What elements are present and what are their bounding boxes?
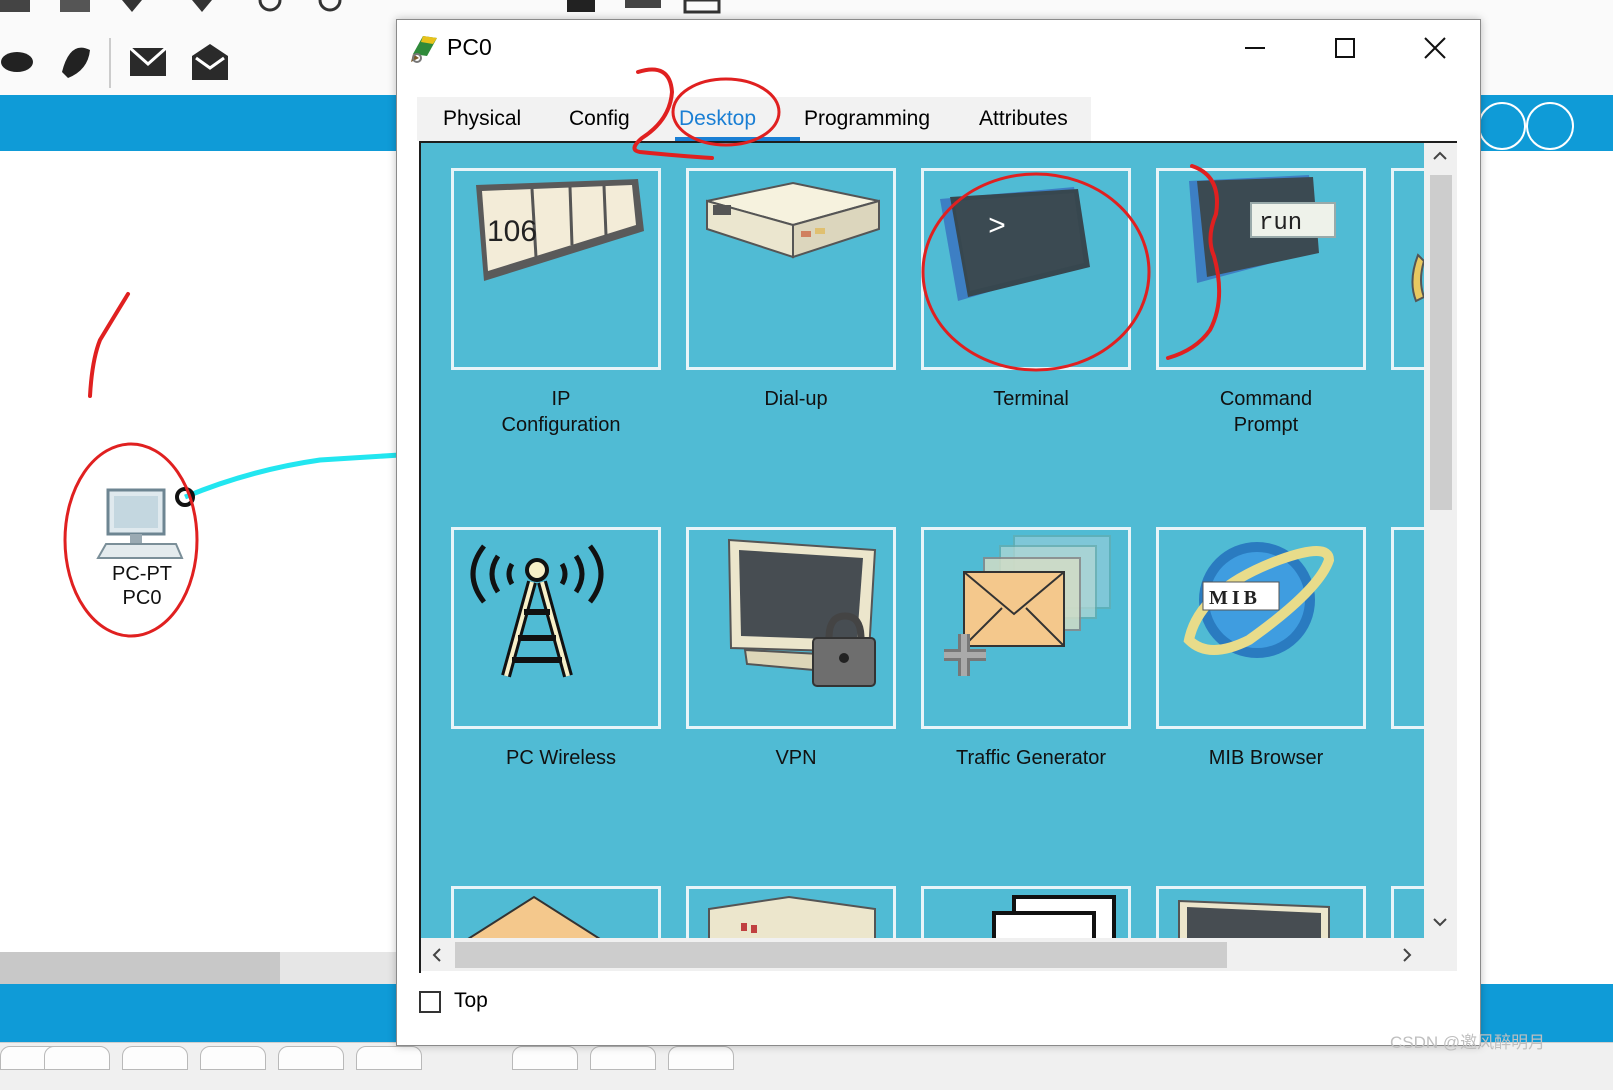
scroll-down-icon[interactable] [1432,913,1448,936]
pc-icon[interactable] [96,488,186,560]
tray-device-7[interactable] [512,1046,578,1070]
top-checkbox-label: Top [454,989,488,1012]
pc-node[interactable] [96,488,186,565]
command-prompt-icon: run [1189,175,1336,283]
app-tile-row3-2[interactable] [686,886,896,938]
packet-tracer-app-icon [411,36,437,63]
app-tile-traffic-generator[interactable] [921,527,1131,729]
maximize-button[interactable] [1315,26,1375,70]
tray-device-9[interactable] [668,1046,734,1070]
device-dialog: PC0 Physical Config Desktop Programming … [396,19,1481,1046]
app-tile-ip-configuration[interactable]: 106 [451,168,661,370]
app-tile-row3-1[interactable] [451,886,661,938]
app-tile-row3-5[interactable] [1391,886,1424,938]
tray-device-3[interactable] [122,1046,188,1070]
tab-programming[interactable]: Programming [804,107,930,131]
app-label-vpn: VPN [775,747,817,769]
vertical-scroll-thumb[interactable] [1430,175,1452,510]
app-tile-row3-4[interactable] [1156,886,1366,938]
tray-device-8[interactable] [590,1046,656,1070]
toolbar-icons-right[interactable] [545,0,745,14]
tab-desktop[interactable]: Desktop [679,107,756,131]
horizontal-scroll-thumb[interactable] [455,942,1227,968]
cloud-icon[interactable] [1526,102,1574,150]
app-label-ip-configuration: IP Configuration [501,388,621,436]
server-icon [708,895,876,938]
app-label-pc-wireless: PC Wireless [505,747,616,769]
app-tile-partial-2[interactable] [1391,527,1424,729]
app-tile-pc-wireless[interactable] [451,527,661,729]
dialog-title-bar[interactable]: PC0 [397,20,1480,76]
workspace-hscroll-thumb[interactable] [0,952,280,984]
toolbar-icons[interactable] [0,0,400,95]
desktop-app-grid: 106 IP Configuration Dial-up > Terminal … [421,143,1424,938]
svg-text:>: > [988,211,1006,245]
app-tile-terminal[interactable]: > [921,168,1131,370]
modem-icon [706,181,880,259]
traffic-generator-icon [944,535,1111,676]
app-label-traffic-generator: Traffic Generator [955,747,1107,769]
app-label-mib-browser: MIB Browser [1208,747,1324,769]
mib-browser-icon: MIB [1183,542,1335,658]
svg-text:106: 106 [487,215,537,248]
tab-bar: Physical Config Desktop Programming Attr… [417,97,1091,141]
desktop-monitor-icon [1178,899,1330,938]
app-tile-mib-browser[interactable]: MIB [1156,527,1366,729]
scroll-right-icon[interactable] [1399,946,1415,969]
tray-device-6[interactable] [356,1046,422,1070]
app-label-terminal: Terminal [993,388,1069,410]
app-label-dial-up: Dial-up [764,388,828,410]
tray-device-5[interactable] [278,1046,344,1070]
tab-attributes[interactable]: Attributes [979,107,1068,131]
app-tile-dial-up[interactable] [686,168,896,370]
app-tile-command-prompt[interactable]: run [1156,168,1366,370]
app-label-command-prompt: Command Prompt [1219,388,1313,436]
app-tile-partial-1[interactable] [1391,168,1424,370]
tab-physical[interactable]: Physical [443,107,521,131]
desktop-panel: 106 IP Configuration Dial-up > Terminal … [419,141,1457,973]
watermark: CSDN @邀风醉明月 [1390,1033,1546,1052]
wireless-tower-icon [470,544,604,678]
email-icon [467,895,601,938]
svg-text:MIB: MIB [1209,587,1261,609]
app-tile-vpn[interactable] [686,527,896,729]
dialog-title: PC0 [447,34,492,60]
scroll-up-icon[interactable] [1432,147,1448,170]
web-browser-icon [1411,253,1424,303]
app-tile-row3-3[interactable] [921,886,1131,938]
terminal-icon: > [940,187,1090,301]
minimize-button[interactable] [1225,26,1285,70]
svg-text:run: run [1259,210,1302,237]
refresh-icon[interactable] [1478,102,1526,150]
horizontal-scrollbar[interactable] [421,938,1457,971]
tray-device-2[interactable] [44,1046,110,1070]
minimize-icon [1245,47,1265,49]
pc-name-label: PC0 [122,587,162,609]
pc-type-label: PC-PT [112,563,172,585]
vertical-scrollbar[interactable] [1424,143,1457,938]
top-checkbox[interactable] [419,991,441,1013]
scroll-left-icon[interactable] [429,946,445,969]
tray-device-4[interactable] [200,1046,266,1070]
vpn-lock-icon [727,538,877,687]
close-icon [1424,37,1446,59]
maximize-icon [1335,38,1355,58]
ip-config-icon: 106 [476,179,644,281]
close-button[interactable] [1405,26,1465,70]
tab-config[interactable]: Config [569,107,630,131]
text-editor-icon [992,895,1116,938]
